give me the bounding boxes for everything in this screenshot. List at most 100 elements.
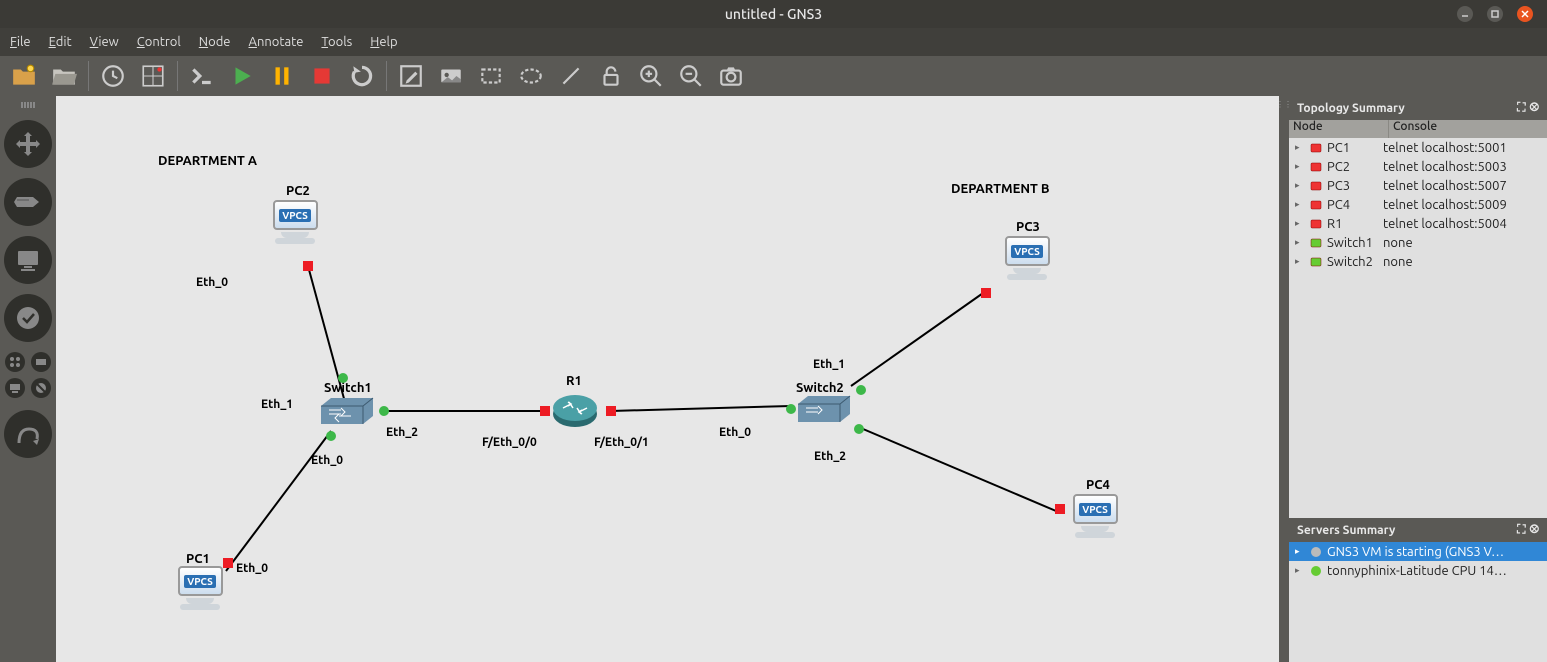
switches-icon[interactable]	[4, 178, 52, 226]
stop-icon[interactable]	[302, 58, 342, 94]
node-pc2[interactable]: VPCS	[266, 200, 324, 256]
annotate-icon[interactable]	[391, 58, 431, 94]
node-r1[interactable]	[551, 390, 599, 430]
add-link-icon[interactable]	[4, 410, 52, 458]
close-panel-icon[interactable]: ⮾	[1530, 523, 1540, 537]
cloud-devices-icon[interactable]	[31, 352, 51, 372]
open-project-icon[interactable]	[44, 58, 84, 94]
iface-sw2-eth0: Eth_0	[719, 426, 751, 439]
stop-devices-icon[interactable]	[31, 378, 51, 398]
server-row[interactable]: ▸GNS3 VM is starting (GNS3 V…	[1289, 542, 1547, 561]
switch1-label: Switch1	[324, 381, 372, 395]
col-node[interactable]: Node	[1289, 120, 1389, 138]
rect-select-icon[interactable]	[471, 58, 511, 94]
menu-edit[interactable]: Edit	[49, 35, 72, 49]
reload-icon[interactable]	[342, 58, 382, 94]
label-dept-a: DEPARTMENT A	[158, 154, 257, 168]
line-icon[interactable]	[551, 58, 591, 94]
label-dept-b: DEPARTMENT B	[951, 182, 1050, 196]
port-pc4[interactable]	[1055, 504, 1065, 514]
image-icon[interactable]	[431, 58, 471, 94]
port-sw2-e0[interactable]	[786, 404, 796, 414]
table-row[interactable]: ▸Switch1none	[1289, 233, 1547, 252]
zoom-out-icon[interactable]	[671, 58, 711, 94]
node-switch1[interactable]	[319, 396, 375, 426]
node-pc1[interactable]: VPCS	[171, 566, 229, 622]
all-devices-icon[interactable]	[5, 352, 25, 372]
canvas[interactable]: ⋮⋮ DEPARTMENT A DEPARTMENT B PC2 VPCS Et…	[56, 96, 1289, 662]
right-panel: Topology Summary ⛶⮾ Node Console ▸PC1tel…	[1289, 96, 1547, 662]
server-row[interactable]: ▸tonnyphinix-Latitude CPU 14…	[1289, 561, 1547, 580]
node-switch2[interactable]	[796, 394, 852, 424]
col-console[interactable]: Console	[1389, 120, 1547, 138]
iface-pc1-eth0: Eth_0	[236, 562, 268, 575]
port-sw1-e2[interactable]	[379, 406, 389, 416]
close-button[interactable]	[1517, 6, 1533, 22]
table-row[interactable]: ▸PC2telnet localhost:5003	[1289, 157, 1547, 176]
play-icon[interactable]	[222, 58, 262, 94]
table-row[interactable]: ▸PC4telnet localhost:5009	[1289, 195, 1547, 214]
undock-icon[interactable]: ⛶	[1517, 101, 1525, 115]
port-sw2-e2[interactable]	[854, 424, 864, 434]
port-sw1-e0[interactable]	[326, 431, 336, 441]
port-pc2[interactable]	[303, 261, 313, 271]
toolbar	[0, 56, 1547, 96]
port-sw2-e1[interactable]	[856, 385, 866, 395]
ellipse-select-icon[interactable]	[511, 58, 551, 94]
node-pc4[interactable]: VPCS	[1066, 494, 1124, 550]
menu-tools[interactable]: Tools	[321, 35, 352, 49]
vpcs-badge: VPCS	[279, 209, 311, 222]
port-pc1[interactable]	[223, 558, 233, 568]
console-icon[interactable]	[182, 58, 222, 94]
topology-rows: ▸PC1telnet localhost:5001▸PC2telnet loca…	[1289, 138, 1547, 518]
lock-icon[interactable]	[591, 58, 631, 94]
dock-devices-icon[interactable]	[5, 378, 25, 398]
titlebar: untitled - GNS3	[0, 0, 1547, 28]
pc3-label: PC3	[1016, 220, 1040, 234]
servers-rows: ▸GNS3 VM is starting (GNS3 V…▸tonnyphini…	[1289, 542, 1547, 662]
node-pc3[interactable]: VPCS	[998, 236, 1056, 292]
vpcs-badge: VPCS	[184, 575, 216, 588]
pc4-label: PC4	[1086, 478, 1110, 492]
iface-pc2-eth0: Eth_0	[196, 276, 228, 289]
iface-sw1-eth2: Eth_2	[386, 426, 418, 439]
menu-help[interactable]: Help	[370, 35, 397, 49]
r1-label: R1	[566, 374, 582, 388]
port-r1-f01[interactable]	[606, 406, 616, 416]
close-panel-icon[interactable]: ⮾	[1530, 101, 1540, 115]
window-title: untitled - GNS3	[725, 6, 822, 22]
vpcs-badge: VPCS	[1011, 245, 1043, 258]
servers-summary-header[interactable]: Servers Summary ⛶⮾	[1289, 518, 1547, 542]
screenshot-icon[interactable]	[711, 58, 751, 94]
port-r1-f00[interactable]	[540, 406, 550, 416]
port-sw1-e1[interactable]	[338, 373, 348, 383]
grid-icon[interactable]	[133, 58, 173, 94]
new-project-icon[interactable]	[4, 58, 44, 94]
menu-file[interactable]: File	[10, 35, 31, 49]
table-row[interactable]: ▸PC3telnet localhost:5007	[1289, 176, 1547, 195]
minimize-button[interactable]	[1457, 6, 1473, 22]
iface-sw1-eth0: Eth_0	[311, 454, 343, 467]
undock-icon[interactable]: ⛶	[1517, 523, 1525, 537]
zoom-in-icon[interactable]	[631, 58, 671, 94]
switch2-label: Switch2	[796, 381, 844, 395]
clock-icon[interactable]	[93, 58, 133, 94]
menu-view[interactable]: View	[90, 35, 119, 49]
menubar: File Edit View Control Node Annotate Too…	[0, 28, 1547, 56]
security-devices-icon[interactable]	[4, 294, 52, 342]
topology-summary-header[interactable]: Topology Summary ⛶⮾	[1289, 96, 1547, 120]
menu-annotate[interactable]: Annotate	[248, 35, 303, 49]
vpcs-badge: VPCS	[1079, 503, 1111, 516]
menu-node[interactable]: Node	[199, 35, 231, 49]
port-pc3[interactable]	[981, 288, 991, 298]
iface-sw2-eth1: Eth_1	[813, 358, 845, 371]
end-devices-icon[interactable]	[4, 236, 52, 284]
menu-control[interactable]: Control	[137, 35, 181, 49]
maximize-button[interactable]	[1487, 6, 1503, 22]
table-row[interactable]: ▸Switch2none	[1289, 252, 1547, 271]
iface-r1-f01: F/Eth_0/1	[594, 436, 649, 449]
routers-icon[interactable]	[4, 120, 52, 168]
table-row[interactable]: ▸R1telnet localhost:5004	[1289, 214, 1547, 233]
table-row[interactable]: ▸PC1telnet localhost:5001	[1289, 138, 1547, 157]
pause-icon[interactable]	[262, 58, 302, 94]
